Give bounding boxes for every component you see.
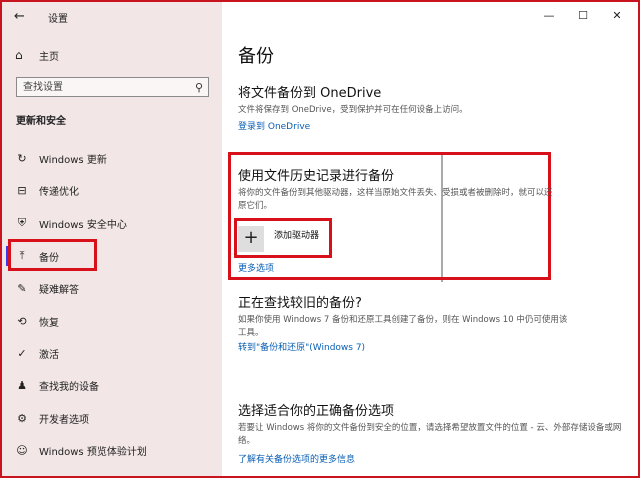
sidebar-item-label: Windows 安全中心: [39, 219, 127, 231]
wrench-icon: ✎: [17, 281, 27, 295]
sidebar-item-for-developers[interactable]: ⚙ 开发者选项: [15, 408, 215, 428]
recovery-icon: ⟲: [17, 314, 27, 328]
page-title: 备份: [238, 46, 274, 67]
refresh-icon: ↻: [17, 151, 27, 165]
activation-icon: ✓: [17, 346, 27, 360]
sidebar-item-label: 疑难解答: [39, 284, 79, 296]
search-icon[interactable]: ⚲: [195, 81, 203, 94]
backup-restore-link[interactable]: 转到"备份和还原"(Windows 7): [238, 340, 365, 353]
section-title: 更新和安全: [16, 116, 66, 127]
learn-more-link[interactable]: 了解有关备份选项的更多信息: [238, 452, 355, 465]
onedrive-heading: 将文件备份到 OneDrive: [238, 86, 382, 101]
developer-icon: ⚙: [17, 411, 27, 425]
title-bar: ← 设置: [2, 2, 222, 32]
sidebar-item-label: 查找我的设备: [39, 381, 99, 393]
sidebar-item-label: 传递优化: [39, 186, 79, 198]
sidebar-item-insider-program[interactable]: ☺ Windows 预览体验计划: [15, 440, 215, 460]
sidebar-item-label: Windows 更新: [39, 154, 107, 166]
home-icon: ⌂: [15, 48, 23, 62]
insider-icon: ☺: [16, 443, 28, 457]
choose-heading: 选择适合你的正确备份选项: [238, 404, 395, 419]
minimize-icon[interactable]: —: [532, 6, 566, 26]
add-drive-button[interactable]: + 添加驱动器: [238, 226, 319, 252]
file-history-description: 将你的文件备份到其他驱动器，这样当原始文件丢失、受损或者被删除时，就可以还原它们…: [238, 188, 553, 211]
maximize-icon[interactable]: ☐: [566, 6, 600, 26]
onedrive-signin-link[interactable]: 登录到 OneDrive: [238, 119, 310, 132]
file-history-heading: 使用文件历史记录进行备份: [238, 169, 395, 184]
back-arrow-icon[interactable]: ←: [14, 9, 30, 25]
close-icon[interactable]: ✕: [600, 6, 634, 26]
sidebar-item-home[interactable]: ⌂ 主页: [15, 46, 59, 64]
add-drive-label: 添加驱动器: [274, 231, 320, 241]
sidebar-item-delivery-optimization[interactable]: ⊟ 传递优化: [15, 180, 215, 200]
delivery-icon: ⊟: [17, 183, 27, 197]
sidebar-item-label: Windows 预览体验计划: [39, 446, 147, 458]
sidebar-item-windows-security[interactable]: ⛨ Windows 安全中心: [15, 213, 215, 233]
plus-icon: +: [238, 226, 264, 252]
shield-icon: ⛨: [17, 216, 27, 229]
sidebar-item-label: 恢复: [39, 317, 59, 329]
settings-window: ← 设置 ⌂ 主页 ⚲ 更新和安全 ↻ Windows 更新 ⊟ 传递优化 ⛨ …: [0, 0, 640, 478]
sidebar-item-find-my-device[interactable]: ♟ 查找我的设备: [15, 375, 215, 395]
sidebar-item-troubleshoot[interactable]: ✎ 疑难解答: [15, 278, 215, 298]
sidebar-item-recovery[interactable]: ⟲ 恢复: [15, 311, 215, 331]
onedrive-description: 文件将保存到 OneDrive，受到保护并可在任何设备上访问。: [238, 105, 468, 115]
window-controls: — ☐ ✕: [532, 6, 634, 26]
sidebar-item-label: 开发者选项: [39, 414, 89, 426]
sidebar-item-windows-update[interactable]: ↻ Windows 更新: [15, 148, 215, 168]
search-box[interactable]: ⚲: [16, 77, 209, 97]
choose-description: 若要让 Windows 将你的文件备份到安全的位置，请选择希望放置文件的位置 -…: [238, 423, 622, 446]
find-device-icon: ♟: [17, 378, 27, 392]
window-title: 设置: [48, 14, 68, 25]
sidebar-item-activation[interactable]: ✓ 激活: [15, 343, 215, 363]
older-backup-heading: 正在查找较旧的备份?: [238, 296, 362, 311]
older-backup-description: 如果你使用 Windows 7 备份和还原工具创建了备份，则在 Windows …: [238, 315, 568, 338]
search-input[interactable]: [23, 80, 183, 94]
sidebar: ← 设置 ⌂ 主页 ⚲ 更新和安全 ↻ Windows 更新 ⊟ 传递优化 ⛨ …: [2, 2, 222, 476]
more-options-link[interactable]: 更多选项: [238, 261, 274, 274]
sidebar-item-label: 激活: [39, 349, 59, 361]
highlight-box-backup: [8, 239, 97, 271]
home-label: 主页: [39, 51, 59, 63]
main-content: — ☐ ✕ 备份 将文件备份到 OneDrive 文件将保存到 OneDrive…: [224, 2, 638, 476]
